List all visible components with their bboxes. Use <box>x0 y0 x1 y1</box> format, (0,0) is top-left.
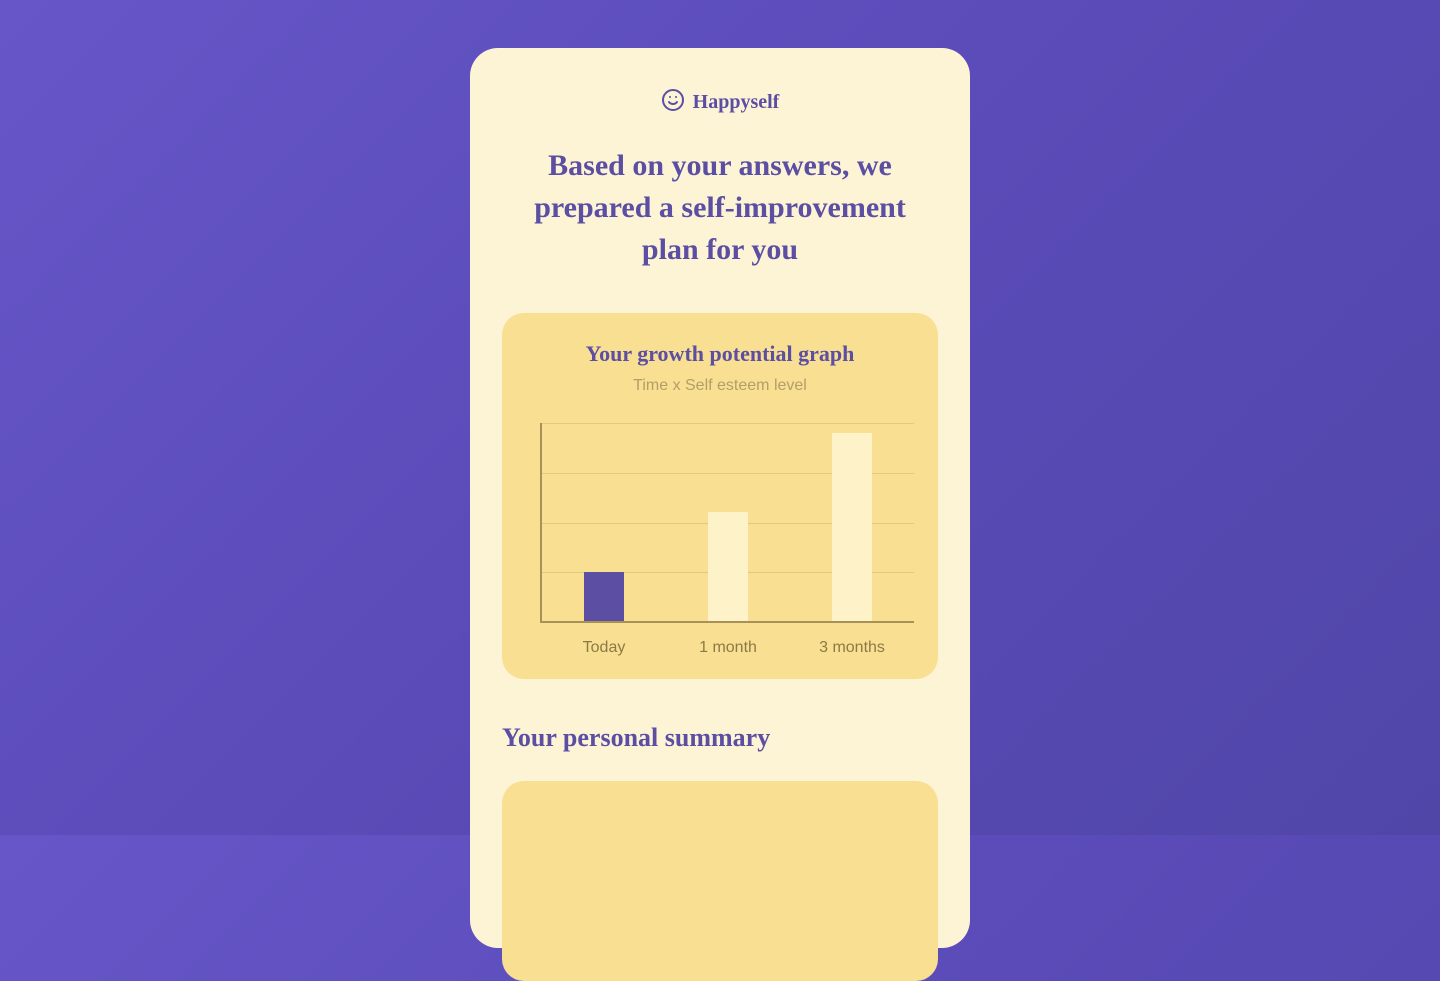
chart-category-label: 3 months <box>790 639 914 657</box>
bar-slot <box>666 423 790 621</box>
chart-category-label: Today <box>542 639 666 657</box>
chart-plot <box>526 423 914 623</box>
chart-subtitle: Time x Self esteem level <box>526 377 914 395</box>
summary-card <box>502 781 938 981</box>
chart-labels: Today1 month3 months <box>526 639 914 657</box>
summary-heading: Your personal summary <box>502 723 938 753</box>
brand-name: Happyself <box>693 91 780 114</box>
x-axis <box>540 621 914 623</box>
chart-category-label: 1 month <box>666 639 790 657</box>
chart-bar <box>584 572 624 622</box>
page-headline: Based on your answers, we prepared a sel… <box>502 145 938 271</box>
smile-icon <box>661 88 685 117</box>
chart-bar <box>832 433 872 621</box>
bar-slot <box>542 423 666 621</box>
chart-card: Your growth potential graph Time x Self … <box>502 313 938 679</box>
brand: Happyself <box>502 88 938 117</box>
chart-bars <box>542 423 914 621</box>
chart-title: Your growth potential graph <box>526 341 914 367</box>
bar-slot <box>790 423 914 621</box>
chart-bar <box>708 512 748 621</box>
plan-card: Happyself Based on your answers, we prep… <box>470 48 970 948</box>
